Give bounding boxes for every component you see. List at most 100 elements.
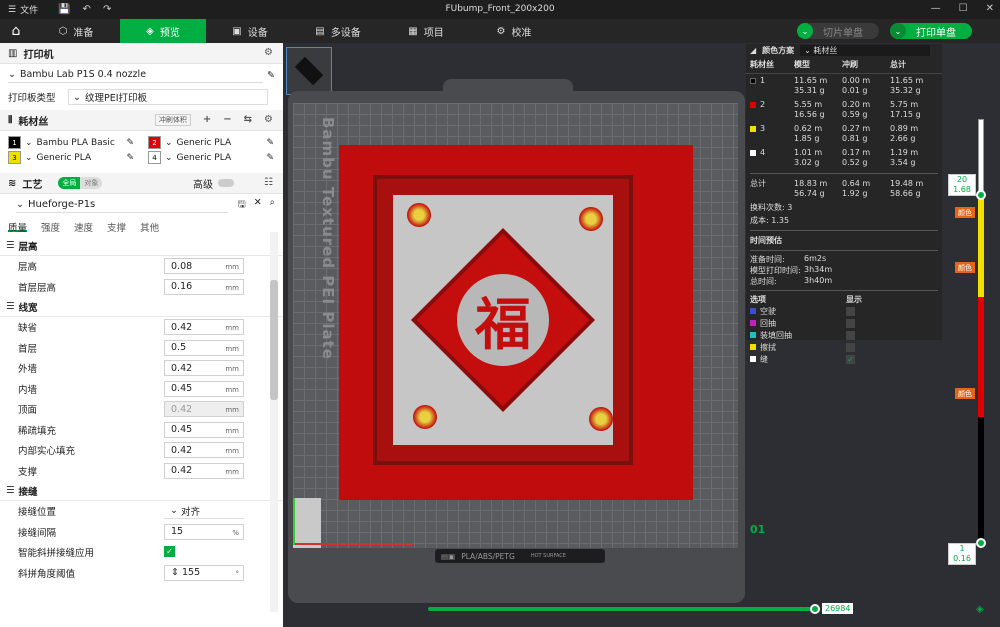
- search-icon[interactable]: ⌕: [270, 197, 275, 213]
- print-plate-button[interactable]: ⌄ 打印单盘: [890, 23, 972, 39]
- edit-icon[interactable]: ✎: [127, 153, 135, 163]
- tab-prepare[interactable]: ⬡ 准备: [32, 19, 120, 43]
- add-icon[interactable]: +: [203, 114, 211, 126]
- filament-slot-1[interactable]: 1 ⌄ Bambu PLA Basic ✎: [8, 135, 148, 150]
- close-icon[interactable]: ✕: [254, 197, 262, 213]
- option-checkbox[interactable]: [846, 342, 855, 352]
- subtab-quality[interactable]: 质量: [8, 220, 28, 234]
- width-sparse-infill-input[interactable]: 0.45 mm: [164, 421, 244, 438]
- layer-height-input[interactable]: 0.08 mm: [164, 258, 244, 274]
- close-icon[interactable]: ✕: [986, 3, 994, 14]
- filament-icon: ⦀: [8, 114, 13, 126]
- global-object-toggle[interactable]: 全局 对象: [58, 177, 103, 189]
- param-seam-position: 接缝位置 ⌄ 对齐: [0, 501, 283, 522]
- collapse-icon[interactable]: ◢: [750, 46, 756, 55]
- smart-scarf-checkbox[interactable]: ✓: [164, 546, 175, 557]
- minimize-icon[interactable]: —: [931, 3, 941, 14]
- color-scheme-row: ◢ 颜色方案 ⌄ 耗材丝: [746, 44, 942, 56]
- scarf-angle-input[interactable]: ⇕ 155 °: [164, 564, 244, 581]
- param-first-layer-height: 首层层高 0.16 mm: [0, 277, 283, 298]
- subtab-speed[interactable]: 速度: [74, 220, 93, 234]
- subtab-strength[interactable]: 强度: [41, 220, 60, 234]
- slice-plate-button[interactable]: ⌄ 切片单盘: [797, 23, 879, 39]
- subtab-support[interactable]: 支撑: [107, 220, 126, 234]
- cost: 成本: 1.35: [750, 216, 790, 225]
- chevron-down-icon: ⌄: [8, 69, 16, 80]
- move-slider-handle[interactable]: [810, 604, 820, 614]
- seam-position-select[interactable]: ⌄ 对齐: [164, 503, 244, 519]
- color-change-tag[interactable]: 颜色: [955, 388, 975, 399]
- gear-icon[interactable]: ⚙: [264, 47, 273, 58]
- tab-multi-device[interactable]: ▤ 多设备: [294, 19, 382, 43]
- save-icon[interactable]: 💾: [58, 4, 70, 15]
- list-icon[interactable]: ☷: [264, 177, 273, 188]
- move-slider[interactable]: [428, 607, 813, 611]
- edit-icon[interactable]: ✎: [127, 138, 135, 148]
- width-default-input[interactable]: 0.42 mm: [164, 319, 244, 335]
- param-width-sparse-infill: 稀疏填充 0.45 mm: [0, 420, 283, 441]
- undo-icon[interactable]: ↶: [83, 4, 91, 15]
- process-subtabs: 质量 强度 速度 支撑 其他: [0, 216, 283, 236]
- printer-select[interactable]: ⌄ Bambu Lab P1S 0.4 nozzle: [8, 67, 264, 83]
- prep-time: 准备时间: 6m2s: [750, 254, 827, 264]
- tab-project[interactable]: ▦ 项目: [382, 19, 470, 43]
- redo-icon[interactable]: ↷: [103, 4, 111, 15]
- print-object-base[interactable]: 福: [339, 145, 693, 500]
- filament-section: ⦀ 耗材丝 冲刷体积 + − ⇆ ⚙: [0, 110, 283, 131]
- width-internal-solid-input[interactable]: 0.42 mm: [164, 442, 244, 458]
- edit-icon[interactable]: ✎: [267, 70, 275, 81]
- advanced-toggle[interactable]: [218, 179, 234, 187]
- print-object[interactable]: 福: [373, 175, 633, 465]
- layer-slider[interactable]: [976, 119, 986, 548]
- seam-gap-input[interactable]: 15%: [164, 523, 244, 540]
- save-icon[interactable]: 🖫: [238, 197, 246, 213]
- 3d-viewport[interactable]: Bambu Textured PEI Plate 福 ▤▣ PLA/ABS/PE…: [283, 43, 1000, 627]
- flower-shape: [579, 207, 603, 231]
- printer-section: ▥ 打印机 ⚙: [0, 43, 283, 64]
- filament-slot-4[interactable]: 4 ⌄ Generic PLA ✎: [148, 150, 278, 165]
- filament-slot-2[interactable]: 2 ⌄ Generic PLA ✎: [148, 135, 278, 150]
- option-checkbox[interactable]: [846, 318, 855, 328]
- edit-icon[interactable]: ✎: [267, 153, 275, 163]
- tab-calibration[interactable]: ⚙ 校准: [470, 19, 558, 43]
- printer-icon: ▥: [8, 47, 18, 59]
- color-change-tag[interactable]: 颜色: [955, 262, 975, 273]
- width-first-layer-input[interactable]: 0.5 mm: [164, 339, 244, 356]
- home-icon[interactable]: ⌂: [0, 19, 32, 43]
- param-width-support: 支撑 0.42 mm: [0, 461, 283, 482]
- layers-icon[interactable]: ◈: [976, 604, 984, 615]
- width-top-surface-input[interactable]: 0.42 mm: [164, 401, 244, 417]
- plate-type-select[interactable]: ⌄ 纹理PEI打印板: [68, 89, 268, 105]
- legend-panel: ◢ 颜色方案 ⌄ 耗材丝 耗材丝 模型 冲刷 总计 1 11.65 m 35.31…: [746, 44, 942, 364]
- maximize-icon[interactable]: ☐: [959, 3, 968, 14]
- process-preset-select[interactable]: ⌄ Hueforge-P1s: [16, 197, 228, 213]
- option-checkbox[interactable]: ✓: [846, 354, 855, 364]
- time-title: 时间预估: [750, 236, 782, 245]
- plate-thumbnail[interactable]: [286, 47, 332, 95]
- option-checkbox[interactable]: [846, 306, 855, 316]
- slider-top-handle[interactable]: [976, 190, 986, 200]
- color-change-tag[interactable]: 颜色: [955, 207, 975, 218]
- file-menu[interactable]: ☰ 文件: [0, 3, 38, 17]
- first-layer-height-input[interactable]: 0.16 mm: [164, 278, 244, 295]
- sync-icon[interactable]: ⇆: [244, 114, 252, 126]
- options-header: 选项 显示: [750, 295, 862, 304]
- slider-bottom-handle[interactable]: [976, 538, 986, 548]
- width-inner-wall-input[interactable]: 0.45 mm: [164, 380, 244, 397]
- edit-icon[interactable]: ✎: [267, 138, 275, 148]
- color-scheme-select[interactable]: ⌄ 耗材丝: [800, 44, 931, 56]
- width-outer-wall-input[interactable]: 0.42 mm: [164, 360, 244, 376]
- remove-icon[interactable]: −: [223, 114, 231, 126]
- left-scrollbar[interactable]: [270, 232, 278, 612]
- filament-slot-3[interactable]: 3 ⌄ Generic PLA ✎: [8, 150, 148, 165]
- flush-volume-button[interactable]: 冲刷体积: [154, 114, 191, 126]
- tab-device[interactable]: ▣ 设备: [206, 19, 294, 43]
- subtab-other[interactable]: 其他: [140, 220, 159, 234]
- scrollbar-thumb[interactable]: [270, 280, 278, 400]
- gear-icon[interactable]: ⚙: [264, 114, 273, 126]
- width-support-input[interactable]: 0.42 mm: [164, 462, 244, 479]
- option-checkbox[interactable]: [846, 330, 855, 340]
- filament-swatch: [750, 125, 756, 132]
- filament-changes: 换料次数: 3: [750, 203, 793, 212]
- tab-preview[interactable]: ◈ 预览: [120, 19, 206, 43]
